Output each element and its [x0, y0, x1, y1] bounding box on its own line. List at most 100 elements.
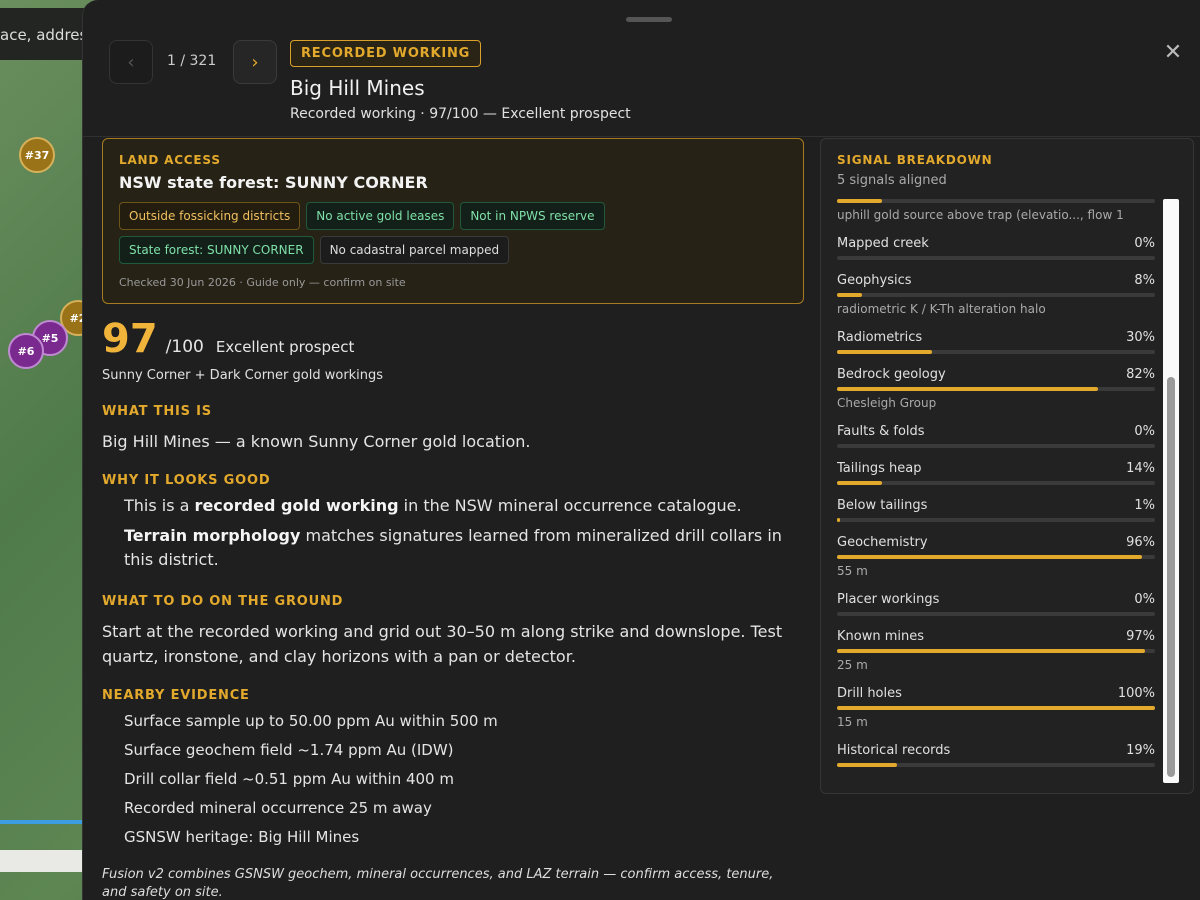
- signal-bar-track: [837, 518, 1155, 522]
- land-access-chips: Outside fossicking districts No active g…: [119, 202, 639, 264]
- signal-row: Faults & folds 0%: [837, 424, 1155, 452]
- signal-bar-track: [837, 612, 1155, 616]
- page-subtitle: Recorded working · 97/100 — Excellent pr…: [290, 106, 631, 122]
- signal-name: Drill holes: [837, 686, 902, 701]
- signal-name: Known mines: [837, 629, 925, 644]
- list-item: Terrain morphology matches signatures le…: [124, 526, 782, 569]
- signal-percent: 0%: [1134, 592, 1155, 607]
- signal-bar-track: [837, 481, 1155, 485]
- section-text: Big Hill Mines — a known Sunny Corner go…: [102, 432, 531, 451]
- signal-bar-track: [837, 350, 1155, 354]
- signal-list[interactable]: uphill gold source above trap (elevatio.…: [837, 199, 1155, 784]
- land-access-note: Checked 30 Jun 2026 · Guide only — confi…: [119, 276, 406, 289]
- signal-row: Geophysics 8%: [837, 273, 1155, 301]
- chevron-right-icon: ›: [251, 51, 259, 73]
- signal-scrollbar[interactable]: [1163, 199, 1179, 783]
- result-position: 1 / 321: [167, 53, 217, 69]
- what-this-is-section: WHAT THIS IS Big Hill Mines — a known Su…: [102, 404, 802, 454]
- signal-bar-fill: [837, 706, 1155, 710]
- access-chip: State forest: SUNNY CORNER: [119, 236, 314, 264]
- signal-row: Historical records 19%: [837, 743, 1155, 771]
- signal-name: Geophysics: [837, 273, 912, 288]
- section-heading: WHY IT LOOKS GOOD: [102, 473, 271, 488]
- signal-note: 55 m: [837, 564, 868, 578]
- signal-item: Bedrock geology 82% Chesleigh Group: [837, 367, 1155, 424]
- signal-item: Below tailings 1%: [837, 498, 1155, 535]
- signal-bar-fill: [837, 481, 882, 485]
- previous-button[interactable]: ‹: [109, 40, 153, 84]
- map-scale-strip: [0, 850, 82, 872]
- list-item: Recorded mineral occurrence 25 m away: [124, 799, 432, 817]
- signal-note: radiometric K / K-Th alteration halo: [837, 302, 1046, 316]
- score-max: /100: [165, 337, 204, 357]
- signal-name: Below tailings: [837, 498, 928, 513]
- signal-bar-track: [837, 199, 1155, 203]
- list-item: This is a recorded gold working in the N…: [124, 496, 742, 515]
- signal-row: Geochemistry 96%: [837, 535, 1155, 563]
- signal-row: Radiometrics 30%: [837, 330, 1155, 358]
- signal-item: Drill holes 100% 15 m: [837, 686, 1155, 743]
- land-access-title: NSW state forest: SUNNY CORNER: [119, 173, 428, 192]
- score-label: Excellent prospect: [215, 338, 355, 356]
- signal-note: Chesleigh Group: [837, 396, 937, 410]
- signal-bar-fill: [837, 350, 933, 354]
- signal-row: Drill holes 100%: [837, 686, 1155, 714]
- signal-item: Faults & folds 0%: [837, 424, 1155, 461]
- signal-item: Radiometrics 30%: [837, 330, 1155, 367]
- close-icon[interactable]: ✕: [1160, 40, 1186, 66]
- signal-item: Known mines 97% 25 m: [837, 629, 1155, 686]
- signal-bar-fill: [837, 518, 841, 522]
- score-value: 97: [102, 316, 158, 362]
- access-chip: No active gold leases: [306, 202, 455, 230]
- signal-percent: 96%: [1126, 535, 1155, 550]
- scrollbar-thumb[interactable]: [1167, 377, 1175, 777]
- signal-breakdown-header: SIGNAL BREAKDOWN 5 signals aligned: [837, 153, 993, 188]
- district-name: Sunny Corner + Dark Corner gold workings: [102, 368, 384, 383]
- signal-percent: 1%: [1134, 498, 1155, 513]
- signal-bar-track: [837, 763, 1155, 767]
- signal-bar-track: [837, 293, 1155, 297]
- signal-percent: 30%: [1126, 330, 1155, 345]
- signal-name: Faults & folds: [837, 424, 925, 439]
- signal-name: Mapped creek: [837, 236, 929, 251]
- signal-bar-track: [837, 706, 1155, 710]
- access-chip: Not in NPWS reserve: [460, 202, 605, 230]
- signal-name: Bedrock geology: [837, 367, 946, 382]
- signal-name: Tailings heap: [837, 461, 922, 476]
- map-marker[interactable]: #6: [8, 333, 44, 369]
- signal-percent: 8%: [1134, 273, 1155, 288]
- score-block: 97 /100 Excellent prospect: [102, 316, 354, 362]
- signal-bar-track: [837, 649, 1155, 653]
- signal-item: Geochemistry 96% 55 m: [837, 535, 1155, 592]
- section-text: Start at the recorded working and grid o…: [102, 622, 783, 666]
- signal-note: uphill gold source above trap (elevatio.…: [837, 208, 1124, 222]
- evidence-list: Surface sample up to 50.00 ppm Au within…: [102, 709, 802, 849]
- signal-name: Geochemistry: [837, 535, 928, 550]
- signal-percent: 14%: [1126, 461, 1155, 476]
- signal-row: Bedrock geology 82%: [837, 367, 1155, 395]
- why-good-section: WHY IT LOOKS GOOD This is a recorded gol…: [102, 473, 802, 578]
- next-button[interactable]: ›: [233, 40, 277, 84]
- signal-percent: 0%: [1134, 424, 1155, 439]
- signal-note: 15 m: [837, 715, 868, 729]
- signal-item: Mapped creek 0%: [837, 236, 1155, 273]
- signal-item: Placer workings 0%: [837, 592, 1155, 629]
- drag-handle[interactable]: [626, 17, 672, 22]
- list-item: Surface sample up to 50.00 ppm Au within…: [124, 712, 498, 730]
- signal-count: 5 signals aligned: [837, 173, 947, 188]
- signal-item: Tailings heap 14%: [837, 461, 1155, 498]
- signal-bar-fill: [837, 649, 1146, 653]
- signal-percent: 82%: [1126, 367, 1155, 382]
- signal-bar-fill: [837, 387, 1098, 391]
- map-marker[interactable]: #37: [19, 137, 55, 173]
- signal-bar-track: [837, 256, 1155, 260]
- list-item: GSNSW heritage: Big Hill Mines: [124, 828, 360, 846]
- signal-item: Geophysics 8% radiometric K / K-Th alterat…: [837, 273, 1155, 330]
- signal-row: Below tailings 1%: [837, 498, 1155, 526]
- list-item: Drill collar field ~0.51 ppm Au within 4…: [124, 770, 454, 788]
- signal-bar-fill: [837, 293, 863, 297]
- signal-name: Radiometrics: [837, 330, 923, 345]
- header-divider: [83, 136, 1200, 137]
- signal-row: [837, 199, 1155, 207]
- chevron-left-icon: ‹: [127, 51, 135, 73]
